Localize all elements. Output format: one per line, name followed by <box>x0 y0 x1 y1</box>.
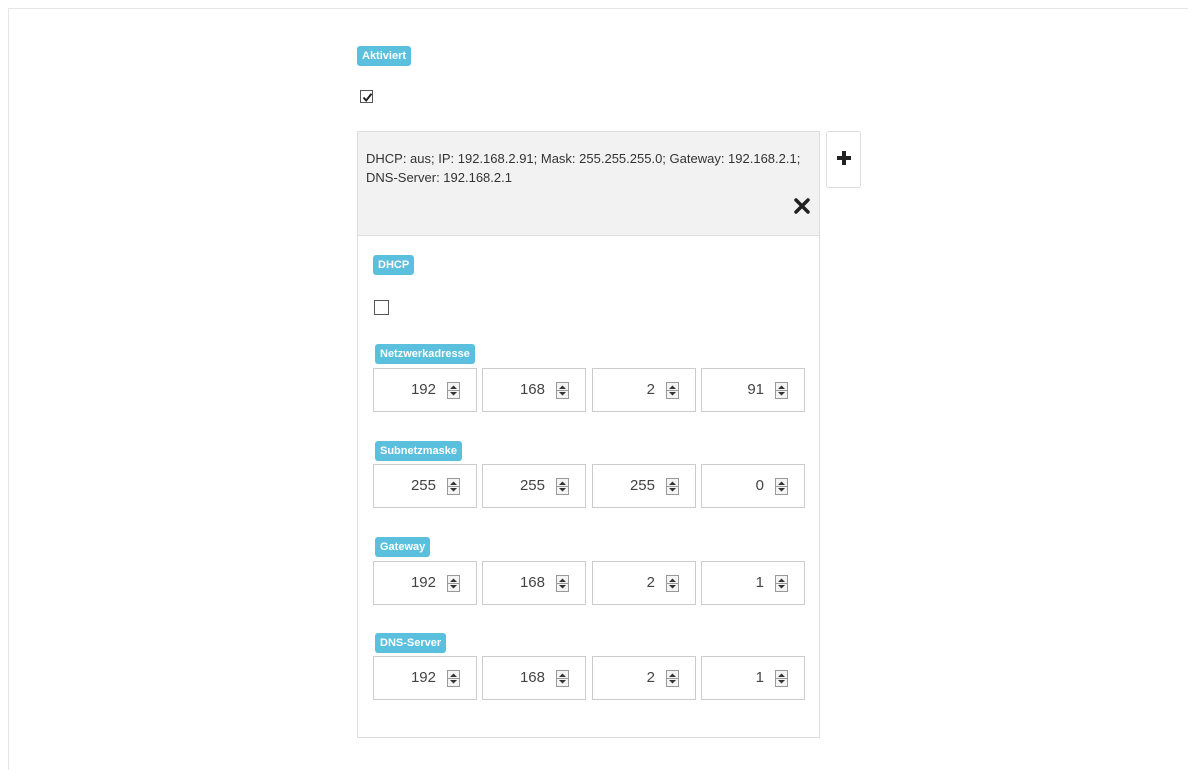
network-entry-card: DHCP: aus; IP: 192.168.2.91; Mask: 255.2… <box>357 131 820 738</box>
spinner-arrows-icon[interactable] <box>666 478 679 495</box>
dns-server-label: DNS-Server <box>375 633 447 653</box>
octet-value: 255 <box>410 477 436 494</box>
network-address-octet-1[interactable]: 192 <box>373 368 477 412</box>
activated-checkbox[interactable] <box>360 90 373 103</box>
spinner-arrows-icon[interactable] <box>775 478 788 495</box>
dns-server-octet-4[interactable]: 1 <box>701 656 805 700</box>
dns-server-octet-3[interactable]: 2 <box>592 656 696 700</box>
spinner-arrows-icon[interactable] <box>666 670 679 687</box>
remove-entry-button[interactable] <box>792 196 812 216</box>
spinner-arrows-icon[interactable] <box>447 478 460 495</box>
spinner-arrows-icon[interactable] <box>447 575 460 592</box>
gateway-octet-1[interactable]: 192 <box>373 561 477 605</box>
spinner-arrows-icon[interactable] <box>775 575 788 592</box>
octet-value: 0 <box>755 477 764 494</box>
octet-value: 2 <box>646 574 655 591</box>
entry-header[interactable]: DHCP: aus; IP: 192.168.2.91; Mask: 255.2… <box>358 132 819 236</box>
octet-value: 192 <box>410 574 436 591</box>
checkmark-icon <box>362 93 373 103</box>
gateway-octet-3[interactable]: 2 <box>592 561 696 605</box>
octet-value: 168 <box>519 669 545 686</box>
gateway-octet-2[interactable]: 168 <box>482 561 586 605</box>
close-icon <box>794 198 810 214</box>
octet-value: 2 <box>646 381 655 398</box>
entry-summary: DHCP: aus; IP: 192.168.2.91; Mask: 255.2… <box>366 151 801 185</box>
network-address-label: Netzwerkadresse <box>375 344 475 364</box>
subnet-mask-octet-3[interactable]: 255 <box>592 464 696 508</box>
octet-value: 1 <box>755 669 764 686</box>
spinner-arrows-icon[interactable] <box>556 478 569 495</box>
network-address-octet-3[interactable]: 2 <box>592 368 696 412</box>
plus-icon <box>837 151 851 165</box>
octet-value: 91 <box>747 381 764 398</box>
spinner-arrows-icon[interactable] <box>666 382 679 399</box>
spinner-arrows-icon[interactable] <box>666 575 679 592</box>
subnet-mask-label: Subnetzmaske <box>375 441 463 461</box>
add-entry-button[interactable] <box>826 131 861 188</box>
octet-value: 168 <box>519 381 545 398</box>
dhcp-checkbox[interactable] <box>374 300 389 315</box>
dhcp-label: DHCP <box>373 255 415 275</box>
octet-value: 1 <box>755 574 764 591</box>
dns-server-octet-2[interactable]: 168 <box>482 656 586 700</box>
network-address-octet-4[interactable]: 91 <box>701 368 805 412</box>
octet-value: 192 <box>410 381 436 398</box>
activated-label: Aktiviert <box>357 46 412 66</box>
subnet-mask-octet-2[interactable]: 255 <box>482 464 586 508</box>
spinner-arrows-icon[interactable] <box>775 670 788 687</box>
dns-server-octet-1[interactable]: 192 <box>373 656 477 700</box>
spinner-arrows-icon[interactable] <box>775 382 788 399</box>
gateway-label: Gateway <box>375 537 431 557</box>
octet-value: 255 <box>629 477 655 494</box>
page: Aktiviert DHCP: aus; IP: 192.168.2.91; M… <box>0 0 1196 778</box>
octet-value: 168 <box>519 574 545 591</box>
spinner-arrows-icon[interactable] <box>447 670 460 687</box>
network-address-octet-2[interactable]: 168 <box>482 368 586 412</box>
spinner-arrows-icon[interactable] <box>556 670 569 687</box>
octet-value: 192 <box>410 669 436 686</box>
octet-value: 255 <box>519 477 545 494</box>
octet-value: 2 <box>646 669 655 686</box>
spinner-arrows-icon[interactable] <box>556 382 569 399</box>
spinner-arrows-icon[interactable] <box>447 382 460 399</box>
spinner-arrows-icon[interactable] <box>556 575 569 592</box>
gateway-octet-4[interactable]: 1 <box>701 561 805 605</box>
subnet-mask-octet-4[interactable]: 0 <box>701 464 805 508</box>
subnet-mask-octet-1[interactable]: 255 <box>373 464 477 508</box>
